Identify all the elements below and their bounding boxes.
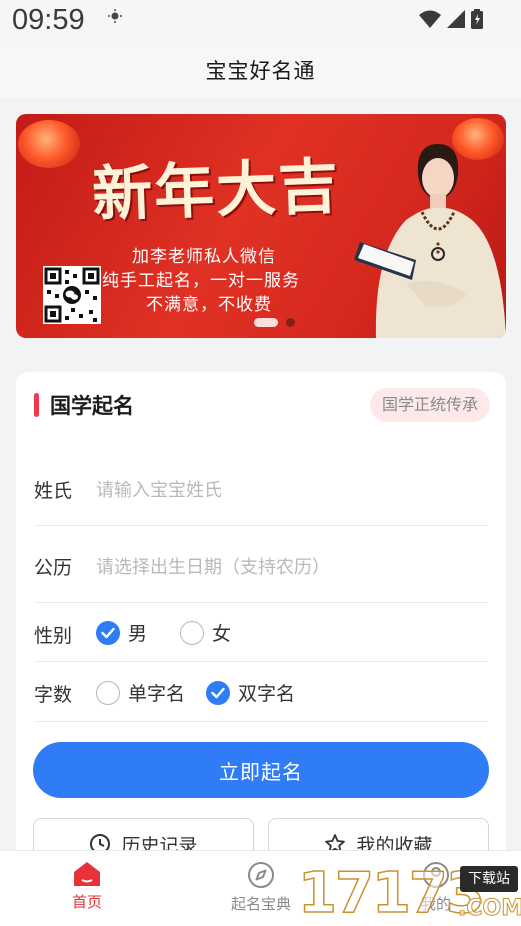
form-title: 国学起名 [50, 394, 134, 418]
gender-female-label: 女 [212, 623, 232, 645]
banner-line-3: 不满意，不收费 [146, 295, 272, 315]
signal-icon [447, 10, 465, 28]
tab-home[interactable]: 首页 [37, 861, 137, 912]
birthday-label: 公历 [34, 557, 73, 579]
banner-headline: 新年大吉 [91, 151, 342, 231]
gender-label: 性别 [34, 625, 73, 647]
double-char-label: 双字名 [238, 683, 296, 705]
birthday-row[interactable]: 公历 请选择出生日期（支持农历） [34, 526, 488, 603]
banner-line-2: 纯手工起名，一对一服务 [102, 271, 300, 291]
surname-input[interactable]: 请输入宝宝姓氏 [96, 476, 222, 502]
watermark-number: 17173 [297, 861, 485, 926]
teacher-photo [354, 144, 506, 338]
tab-naming-guide[interactable]: 起名宝典 [211, 861, 311, 914]
watermark-badge: 下载站 [460, 866, 518, 892]
name-length-label: 字数 [34, 684, 73, 706]
check-icon [96, 620, 120, 645]
wifi-icon [419, 10, 441, 28]
watermark-logo: 17173 下载站 .COM [297, 861, 521, 926]
status-bar: 09:59 [0, 0, 521, 42]
gender-male-label: 男 [128, 623, 148, 645]
gender-row: 性别 男 女 [34, 603, 488, 662]
qr-code [43, 266, 101, 324]
naming-form-card: 国学起名 国学正统传承 姓氏 请输入宝宝姓氏 公历 请选择出生日期（支持农历） … [16, 372, 506, 872]
promo-banner[interactable]: 新年大吉 加李老师私人微信 纯手工起名，一对一服务 不满意，不收费 [16, 114, 506, 338]
title-accent-bar [34, 393, 39, 417]
home-icon [74, 862, 100, 886]
lantern-left-icon [18, 120, 80, 168]
surname-row[interactable]: 姓氏 请输入宝宝姓氏 [34, 450, 488, 526]
notification-icon [108, 9, 122, 23]
battery-icon [471, 9, 483, 29]
page-title: 宝宝好名通 [205, 59, 316, 83]
single-char-radio[interactable]: 单字名 [96, 679, 185, 706]
app-header: 宝宝好名通 [0, 42, 521, 98]
submit-naming-button[interactable]: 立即起名 [33, 742, 489, 798]
gender-female-radio[interactable]: 女 [180, 619, 231, 646]
tradition-badge: 国学正统传承 [369, 388, 490, 422]
radio-empty-icon [96, 680, 120, 705]
carousel-dot[interactable] [286, 318, 295, 327]
check-icon [206, 680, 230, 705]
single-char-label: 单字名 [128, 683, 186, 705]
surname-label: 姓氏 [34, 480, 73, 502]
banner-line-1: 加李老师私人微信 [132, 247, 276, 267]
carousel-dot-active[interactable] [254, 318, 278, 327]
watermark-domain: .COM [457, 896, 521, 922]
double-char-radio[interactable]: 双字名 [206, 679, 295, 706]
radio-empty-icon [180, 620, 204, 645]
name-length-row: 字数 单字名 双字名 [34, 662, 488, 722]
carousel-indicator[interactable] [254, 318, 295, 327]
tab-home-label: 首页 [71, 893, 102, 911]
compass-icon [248, 862, 274, 888]
tab-naming-guide-label: 起名宝典 [230, 895, 291, 913]
birthday-picker[interactable]: 请选择出生日期（支持农历） [96, 553, 330, 579]
gender-male-radio[interactable]: 男 [96, 619, 147, 646]
status-time: 09:59 [12, 4, 85, 36]
